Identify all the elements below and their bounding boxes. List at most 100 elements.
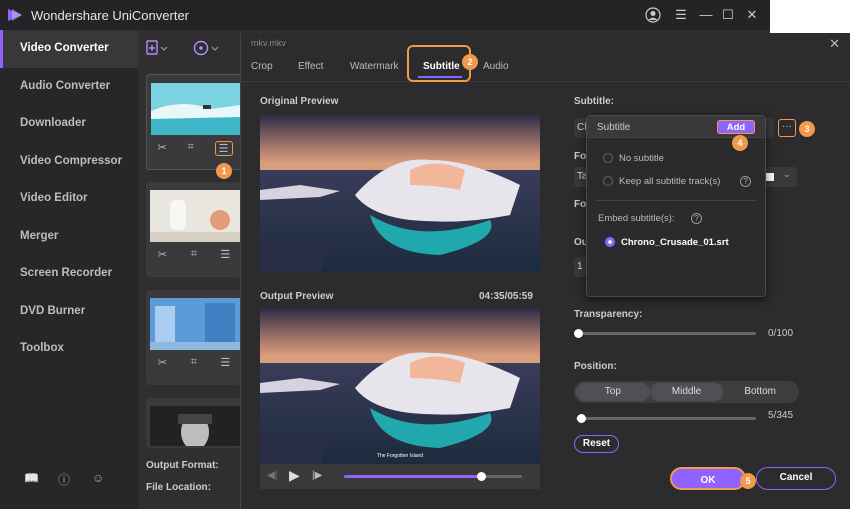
sidebar-item-video-compressor[interactable]: Video Compressor bbox=[0, 143, 138, 181]
embed-subtitles-label: Embed subtitle(s): bbox=[598, 213, 675, 224]
no-subtitle-label: No subtitle bbox=[619, 153, 664, 164]
cancel-button[interactable]: Cancel bbox=[756, 467, 836, 490]
step-badge-3: 3 bbox=[799, 121, 815, 137]
close-window-icon[interactable]: ✕ bbox=[744, 7, 760, 23]
play-icon[interactable]: ▶ bbox=[289, 467, 300, 484]
sidebar-item-dvd-burner[interactable]: DVD Burner bbox=[0, 293, 138, 331]
video-card-2[interactable]: ✂ ⌗ ☰ bbox=[146, 182, 242, 277]
position-slider-knob[interactable] bbox=[576, 414, 586, 423]
user-icon[interactable]: ☺ bbox=[92, 471, 106, 485]
crop-icon[interactable]: ⌗ bbox=[188, 141, 194, 156]
subtitle-popup: Subtitle Add 4 No subtitle Keep all subt… bbox=[586, 115, 766, 297]
font-size-label: Fo bbox=[574, 199, 587, 210]
crop-icon[interactable]: ⌗ bbox=[191, 356, 197, 369]
video-card-1[interactable]: ✂ ⌗ ☰ 1 bbox=[146, 74, 243, 179]
popup-divider bbox=[595, 200, 757, 201]
original-preview-label: Original Preview bbox=[260, 96, 339, 107]
cut-icon[interactable]: ✂ bbox=[158, 248, 167, 261]
previous-frame-icon[interactable]: ◀| bbox=[267, 470, 277, 481]
video-thumbnail-1[interactable] bbox=[151, 83, 241, 135]
output-preview-label: Output Preview bbox=[260, 291, 334, 302]
transparency-value: 0/100 bbox=[768, 328, 794, 339]
position-slider[interactable] bbox=[576, 417, 756, 420]
video-card-1-tools: ✂ ⌗ ☰ bbox=[147, 141, 243, 156]
reset-button[interactable]: Reset bbox=[574, 435, 619, 453]
transparency-slider[interactable] bbox=[576, 332, 756, 335]
book-icon[interactable]: 📖 bbox=[24, 471, 39, 485]
account-icon[interactable] bbox=[645, 7, 661, 26]
position-top-button[interactable]: Top bbox=[576, 383, 650, 401]
sidebar-item-downloader[interactable]: Downloader bbox=[0, 105, 138, 143]
chevron-down-icon: ⌄ bbox=[783, 169, 791, 179]
original-preview-video bbox=[260, 115, 540, 272]
next-frame-icon[interactable]: |▶ bbox=[312, 470, 322, 481]
tab-effect[interactable]: Effect bbox=[298, 61, 323, 72]
dialog-filename: mkv.mkv bbox=[251, 38, 286, 48]
player-controls: ◀| ▶ |▶ bbox=[260, 464, 540, 489]
output-format-label: Output Format: bbox=[146, 460, 219, 471]
position-value: 5/345 bbox=[768, 410, 794, 421]
playback-progress-fill bbox=[344, 475, 482, 478]
sidebar-item-merger[interactable]: Merger bbox=[0, 218, 138, 256]
sidebar-item-screen-recorder[interactable]: Screen Recorder bbox=[0, 255, 138, 293]
maximize-icon[interactable]: ☐ bbox=[720, 7, 736, 23]
embed-help-icon[interactable]: ? bbox=[691, 213, 702, 224]
video-card-3-tools: ✂ ⌗ ☰ bbox=[146, 356, 242, 369]
step-badge-1: 1 bbox=[216, 163, 232, 179]
transparency-slider-knob[interactable] bbox=[574, 329, 583, 338]
step-badge-5: 5 bbox=[740, 473, 756, 489]
add-subtitle-button[interactable]: Add bbox=[717, 120, 755, 134]
cut-icon[interactable]: ✂ bbox=[157, 141, 166, 156]
video-card-3[interactable]: ✂ ⌗ ☰ bbox=[146, 290, 242, 385]
title-bar: Wondershare UniConverter ☰ — ☐ ✕ bbox=[0, 0, 770, 30]
menu-icon[interactable]: ☰ bbox=[673, 7, 689, 23]
sidebar: Video Converter Audio Converter Download… bbox=[0, 30, 138, 509]
subtitle-label: Subtitle: bbox=[574, 96, 614, 107]
effects-icon[interactable]: ☰ bbox=[214, 141, 233, 156]
sidebar-item-toolbox[interactable]: Toolbox bbox=[0, 330, 138, 368]
ok-button[interactable]: OK bbox=[670, 467, 746, 490]
add-file-icon[interactable] bbox=[146, 40, 168, 59]
more-options-button[interactable]: ··· bbox=[778, 119, 796, 137]
tab-audio[interactable]: Audio bbox=[483, 61, 509, 72]
position-label: Position: bbox=[574, 361, 617, 372]
embed-file-name: Chrono_Crusade_01.srt bbox=[621, 237, 729, 248]
position-bottom-button[interactable]: Bottom bbox=[723, 383, 797, 401]
step-badge-2: 2 bbox=[462, 54, 478, 70]
file-list-panel: ✂ ⌗ ☰ 1 ✂ ⌗ ☰ ✂ ⌗ ☰ Output Format: File … bbox=[138, 30, 243, 509]
video-card-2-tools: ✂ ⌗ ☰ bbox=[146, 248, 242, 261]
effects-icon[interactable]: ☰ bbox=[220, 356, 230, 369]
video-thumbnail-4[interactable] bbox=[150, 406, 240, 446]
keep-all-help-icon[interactable]: ? bbox=[740, 176, 751, 187]
keep-all-radio[interactable] bbox=[603, 176, 613, 186]
embed-file-radio[interactable] bbox=[605, 237, 615, 247]
minimize-icon[interactable]: — bbox=[698, 7, 714, 22]
subtitle-popup-title: Subtitle bbox=[597, 122, 631, 133]
sidebar-footer: 📖 ⓘ ☺ bbox=[24, 471, 106, 487]
sidebar-item-video-editor[interactable]: Video Editor bbox=[0, 180, 138, 218]
video-thumbnail-3[interactable] bbox=[150, 298, 240, 350]
position-middle-button[interactable]: Middle bbox=[649, 383, 724, 401]
effects-icon[interactable]: ☰ bbox=[220, 248, 230, 261]
tab-crop[interactable]: Crop bbox=[251, 61, 273, 72]
app-title: Wondershare UniConverter bbox=[31, 7, 189, 23]
no-subtitle-radio[interactable] bbox=[603, 153, 613, 163]
video-thumbnail-2[interactable] bbox=[150, 190, 240, 242]
step-badge-4: 4 bbox=[732, 135, 748, 151]
help-icon[interactable]: ⓘ bbox=[58, 471, 72, 487]
font-label: Fo bbox=[574, 151, 587, 162]
sidebar-item-audio-converter[interactable]: Audio Converter bbox=[0, 68, 138, 106]
playback-progress[interactable] bbox=[344, 472, 522, 481]
sidebar-item-video-converter[interactable]: Video Converter bbox=[0, 30, 138, 68]
add-dvd-icon[interactable] bbox=[193, 40, 219, 59]
video-card-4[interactable] bbox=[146, 398, 242, 448]
output-preview-video: The Forgotten Island bbox=[260, 308, 540, 465]
playback-progress-knob[interactable] bbox=[477, 472, 487, 481]
time-display: 04:35/05:59 bbox=[479, 291, 533, 302]
cut-icon[interactable]: ✂ bbox=[158, 356, 167, 369]
uniconverter-logo-icon bbox=[7, 7, 23, 23]
subtitle-caption: The Forgotten Island bbox=[376, 453, 424, 459]
crop-icon[interactable]: ⌗ bbox=[191, 248, 197, 261]
keep-all-label: Keep all subtitle track(s) bbox=[619, 176, 721, 187]
tab-watermark[interactable]: Watermark bbox=[350, 61, 399, 72]
